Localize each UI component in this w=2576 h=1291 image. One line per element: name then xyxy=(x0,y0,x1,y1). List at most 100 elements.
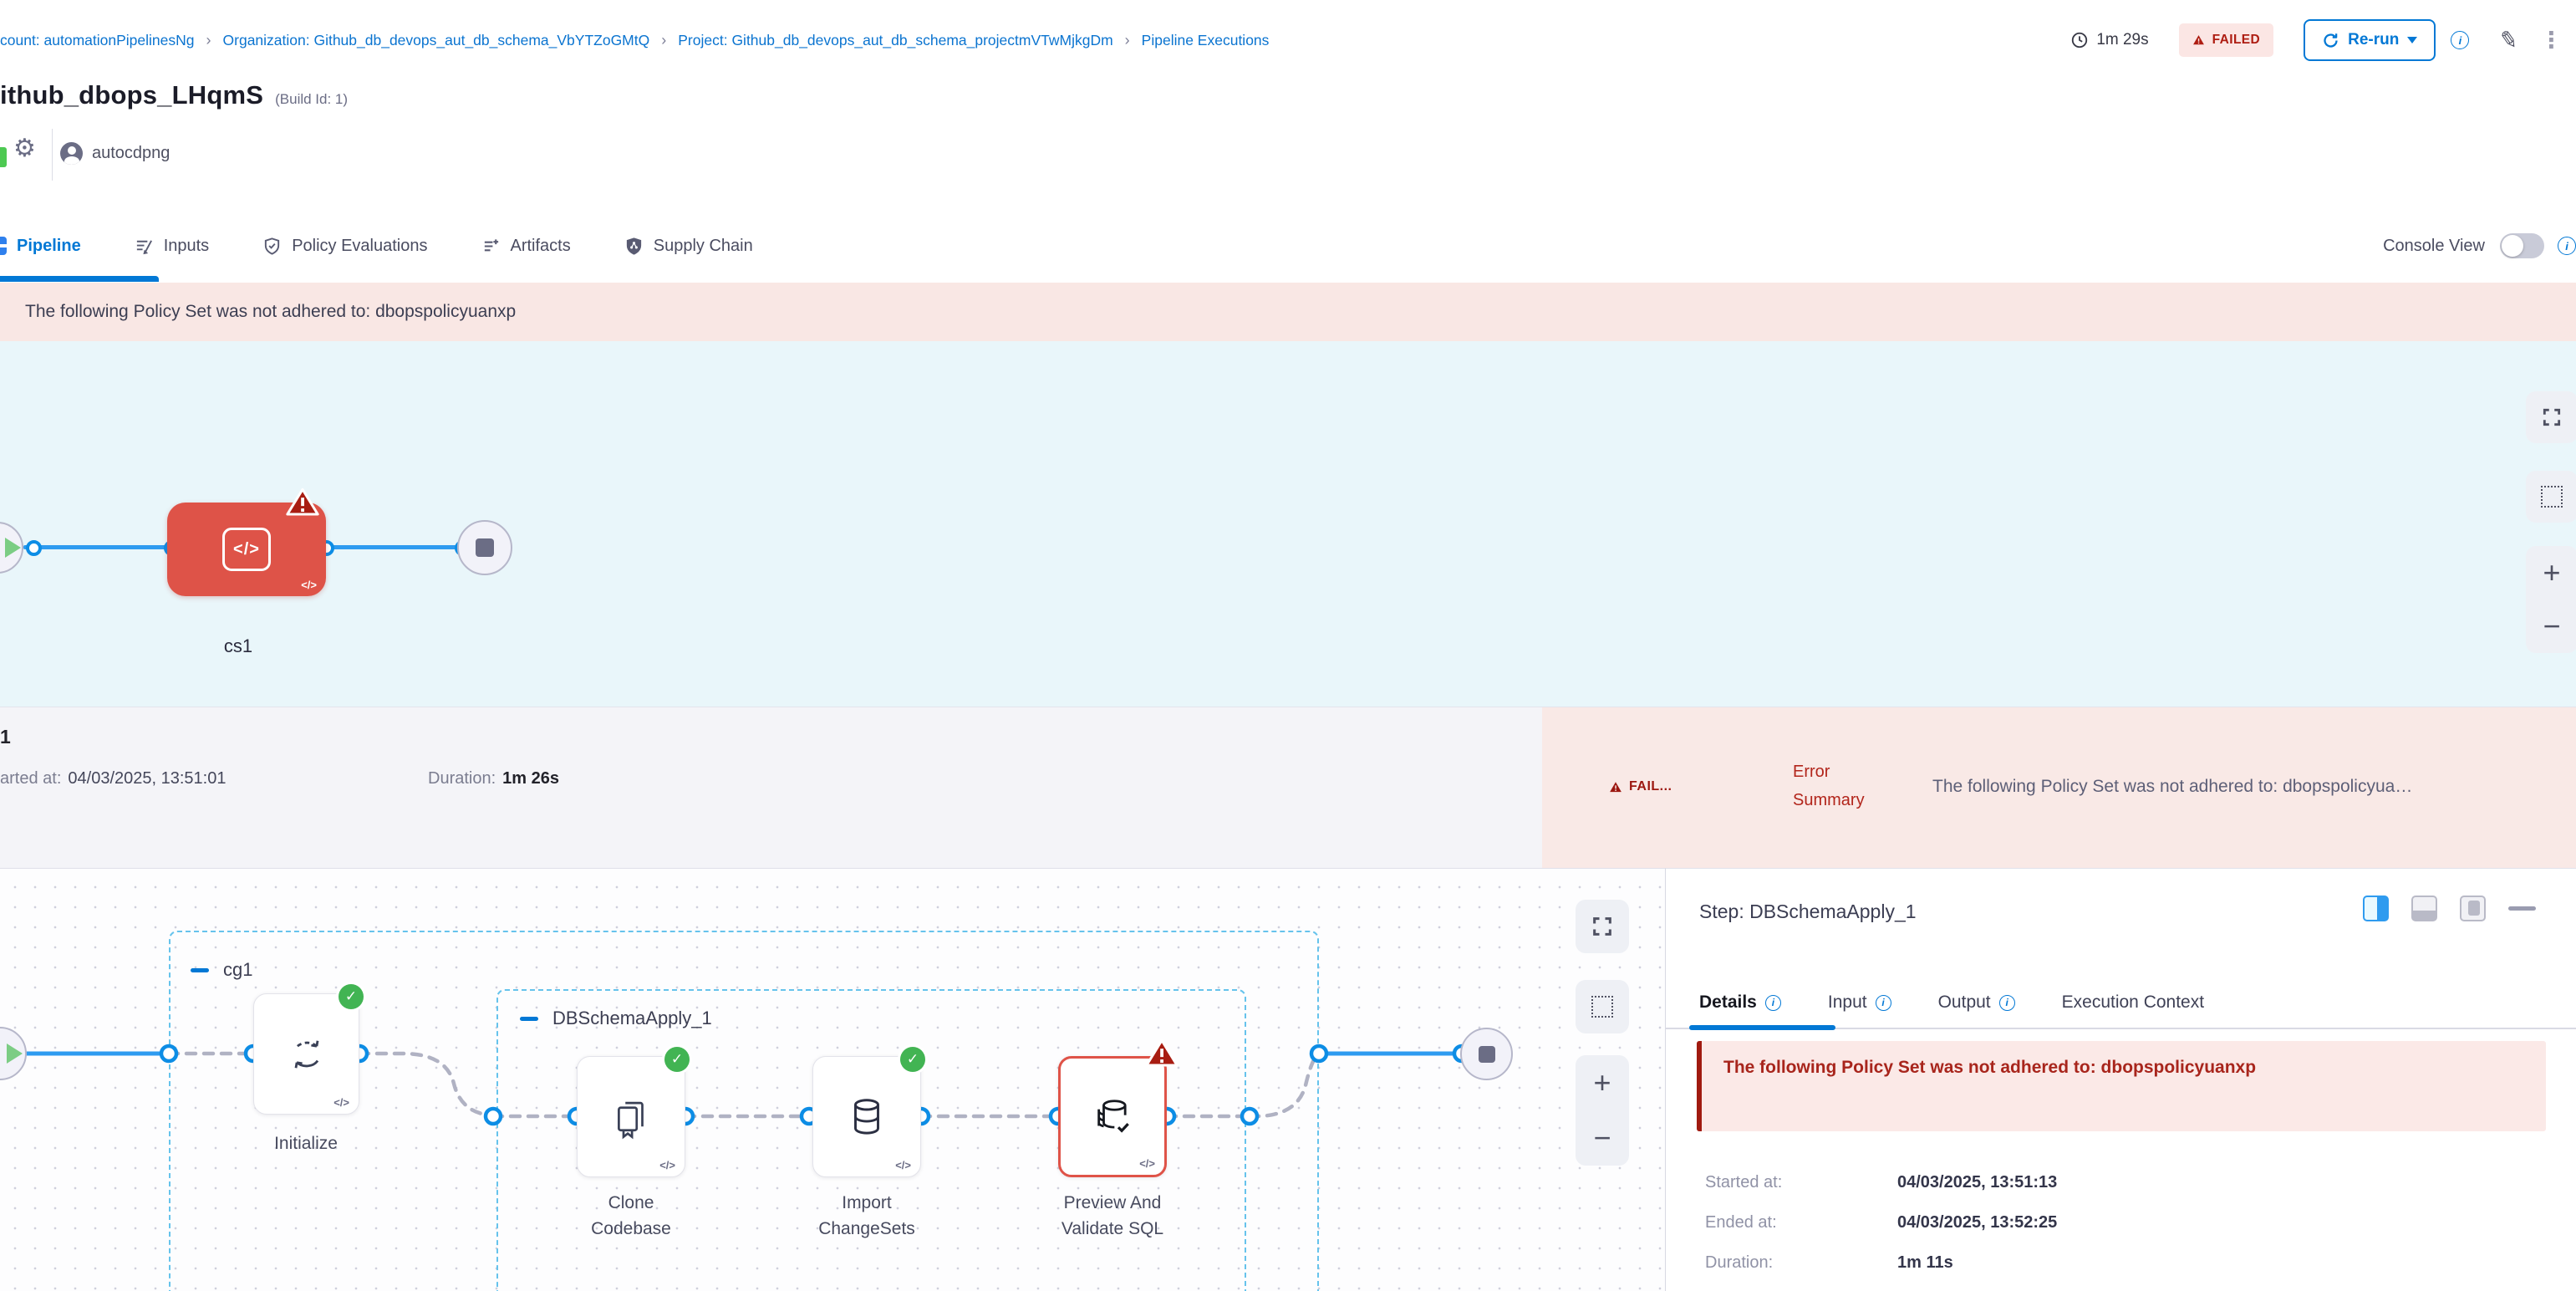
user-avatar-icon xyxy=(60,142,83,165)
minimize-panel-icon[interactable] xyxy=(2508,906,2536,911)
breadcrumb: count: automationPipelinesNg › Organizat… xyxy=(0,0,1269,80)
duration-label: Duration: xyxy=(428,769,496,788)
fullscreen-button[interactable] xyxy=(1576,900,1629,953)
database-check-icon xyxy=(1089,1094,1136,1140)
console-info-icon[interactable]: i xyxy=(2558,237,2576,255)
connector-dot xyxy=(486,1109,501,1124)
elapsed-time: 1m 29s xyxy=(2070,31,2148,49)
detail-label: Ended at: xyxy=(1705,1213,1897,1232)
console-view-label: Console View xyxy=(2383,237,2485,256)
stage-graph-canvas[interactable] xyxy=(0,341,2576,707)
meta-row: ⚙ autocdpng xyxy=(0,127,752,187)
build-id: (Build Id: 1) xyxy=(275,91,348,108)
breadcrumb-pipeline-executions[interactable]: Pipeline Executions xyxy=(1142,32,1270,49)
panel-layout-controls xyxy=(2363,896,2536,921)
tab-policy-evaluations-label: Policy Evaluations xyxy=(292,237,427,256)
connector-line xyxy=(326,545,462,549)
code-marker: </> xyxy=(301,579,317,591)
console-view-toggle[interactable] xyxy=(2500,233,2544,258)
zoom-out-button[interactable]: − xyxy=(2543,611,2560,641)
started-value: 04/03/2025, 13:51:01 xyxy=(68,769,226,788)
info-icon[interactable]: i xyxy=(1999,995,2015,1011)
tab-input[interactable]: Input i xyxy=(1828,992,1891,1013)
elapsed-label: 1m 29s xyxy=(2096,31,2148,49)
success-badge: ✓ xyxy=(339,984,364,1009)
fullscreen-icon xyxy=(2541,406,2563,428)
zoom-out-button[interactable]: − xyxy=(1593,1123,1611,1153)
top-bar: count: automationPipelinesNg › Organizat… xyxy=(0,0,2576,80)
error-summary-value: The following Policy Set was not adhered… xyxy=(1932,777,2576,797)
step-node-initialize[interactable]: ✓ </> xyxy=(253,993,359,1115)
info-icon[interactable]: i xyxy=(2451,31,2469,49)
selection-button[interactable] xyxy=(2526,471,2576,523)
step-node-clone-codebase[interactable]: ✓ </> xyxy=(577,1056,685,1177)
pipeline-end-node xyxy=(457,520,512,575)
warning-triangle-icon xyxy=(2192,34,2205,46)
tab-supply-chain-label: Supply Chain xyxy=(654,237,753,256)
connector-dot xyxy=(1311,1046,1326,1061)
info-icon[interactable]: i xyxy=(1765,995,1781,1011)
step-label-initialize: Initialize xyxy=(222,1130,389,1156)
breadcrumb-account[interactable]: count: automationPipelinesNg xyxy=(0,32,195,49)
rerun-button[interactable]: Re-run xyxy=(2304,19,2436,61)
status-badge-label: FAILED xyxy=(2212,33,2261,48)
divider xyxy=(52,129,53,181)
stage-started-at: arted at: 04/03/2025, 13:51:01 xyxy=(0,769,226,788)
inputs-icon xyxy=(135,237,154,256)
layout-floating-icon[interactable] xyxy=(2460,896,2486,921)
policy-violation-text: The following Policy Set was not adhered… xyxy=(25,302,516,322)
tab-pipeline[interactable]: Pipeline xyxy=(0,237,81,256)
tab-artifacts[interactable]: Artifacts xyxy=(481,237,571,256)
stage-error-zone: FAIL... Error Summary The following Poli… xyxy=(1542,707,2576,869)
tab-inputs[interactable]: Inputs xyxy=(135,237,209,256)
success-badge: ✓ xyxy=(900,1047,925,1072)
zoom-in-button[interactable]: + xyxy=(2543,558,2560,588)
tab-policy-evaluations[interactable]: Policy Evaluations xyxy=(262,237,427,256)
initialize-sync-icon xyxy=(285,1033,328,1076)
gear-icon[interactable]: ⚙ xyxy=(13,134,36,163)
tab-input-label: Input xyxy=(1828,992,1867,1013)
tab-execution-context-label: Execution Context xyxy=(2062,992,2204,1013)
connector-dot xyxy=(161,1046,176,1061)
tab-supply-chain[interactable]: Supply Chain xyxy=(624,237,753,256)
tab-details-label: Details xyxy=(1699,992,1757,1013)
execution-end-node xyxy=(1460,1028,1513,1080)
database-icon xyxy=(844,1095,889,1140)
duration-value: 1m 26s xyxy=(502,769,559,788)
triggered-by-user: autocdpng xyxy=(92,144,170,163)
detail-value: 04/03/2025, 13:52:25 xyxy=(1897,1213,2057,1232)
tab-details[interactable]: Details i xyxy=(1699,992,1781,1013)
breadcrumb-project[interactable]: Project: Github_db_devops_aut_db_schema_… xyxy=(678,32,1112,49)
layout-right-icon[interactable] xyxy=(2363,896,2389,921)
title-row: ithub_dbops_LHqmS (Build Id: 1) xyxy=(0,80,348,124)
detail-row-duration: Duration: 1m 11s xyxy=(1705,1253,1953,1273)
info-icon[interactable]: i xyxy=(1876,995,1891,1011)
stage-name: 1 xyxy=(0,726,11,748)
tab-pipeline-label: Pipeline xyxy=(17,237,81,256)
step-node-preview-validate-sql[interactable]: </> xyxy=(1058,1056,1167,1177)
toggle-knob xyxy=(2502,235,2523,257)
connector-dot xyxy=(1242,1109,1257,1124)
breadcrumb-separator: › xyxy=(1125,32,1130,49)
console-view-cluster: Console View i xyxy=(2383,209,2576,283)
zoom-in-button[interactable]: + xyxy=(1593,1068,1611,1098)
breadcrumb-separator: › xyxy=(206,32,211,49)
step-error-text: The following Policy Set was not adhered… xyxy=(1723,1058,2256,1078)
fail-chip: FAIL... xyxy=(1609,779,1672,794)
more-options-icon[interactable]: ⋮ xyxy=(2540,28,2563,54)
tab-output[interactable]: Output i xyxy=(1938,992,2015,1013)
step-details-panel: Step: DBSchemaApply_1 Details i Input i … xyxy=(1666,868,2576,1291)
policy-violation-banner: The following Policy Set was not adhered… xyxy=(0,283,2576,341)
tab-execution-context[interactable]: Execution Context xyxy=(2062,992,2204,1013)
edit-pipeline-icon[interactable]: ✎ xyxy=(2497,26,2521,54)
layout-bottom-icon[interactable] xyxy=(2411,896,2437,921)
warning-triangle-icon xyxy=(1609,781,1622,793)
fullscreen-button[interactable] xyxy=(2526,391,2576,443)
breadcrumb-organization[interactable]: Organization: Github_db_devops_aut_db_sc… xyxy=(223,32,650,49)
success-badge: ✓ xyxy=(664,1047,690,1072)
step-warning-badge xyxy=(1145,1038,1179,1069)
clock-icon xyxy=(2070,31,2089,49)
selection-button[interactable] xyxy=(1576,980,1629,1033)
step-node-import-changesets[interactable]: ✓ </> xyxy=(812,1056,921,1177)
status-badge: FAILED xyxy=(2179,23,2274,57)
